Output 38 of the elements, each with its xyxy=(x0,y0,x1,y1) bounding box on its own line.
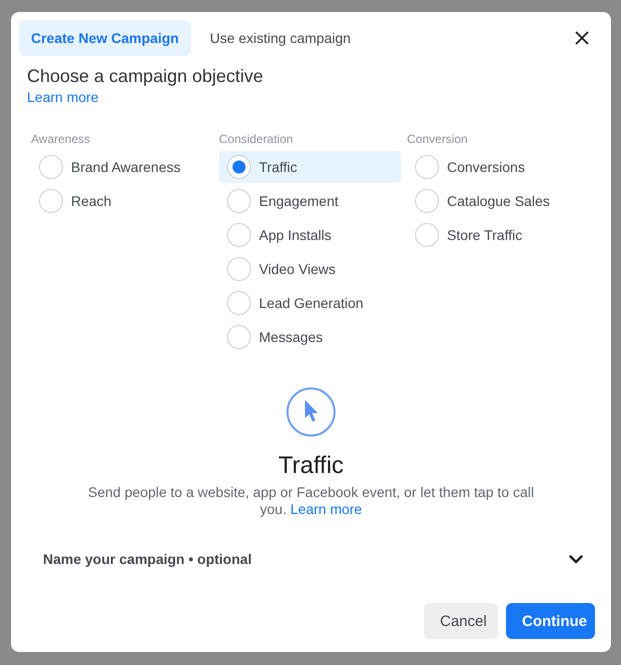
radio-button[interactable] xyxy=(227,155,251,179)
objective-description: Send people to a website, app or Facebook event, or let them tap to call you. Learn more xyxy=(87,484,535,518)
category-label: Consideration xyxy=(219,132,294,146)
radio-button[interactable] xyxy=(39,189,63,213)
radio-button[interactable] xyxy=(39,155,63,179)
radio-button[interactable] xyxy=(227,257,251,281)
radio-button[interactable] xyxy=(227,291,251,315)
radio-button[interactable] xyxy=(227,189,251,213)
objective-option[interactable]: Store Traffic xyxy=(407,219,589,251)
radio-button[interactable] xyxy=(227,325,251,349)
objective-title: Traffic xyxy=(278,451,344,481)
section-title: Name your campaign • optional xyxy=(43,551,252,567)
close-icon[interactable] xyxy=(575,31,589,45)
category-label: Conversion xyxy=(407,132,468,146)
category-label: Awareness xyxy=(31,132,90,146)
radio-button[interactable] xyxy=(415,189,439,213)
objective-option[interactable]: Traffic xyxy=(219,151,401,183)
tab[interactable]: Create New Campaign xyxy=(19,20,191,56)
objective-option[interactable]: Engagement xyxy=(219,185,401,217)
cursor-icon xyxy=(286,387,336,437)
objective-option[interactable]: App Installs xyxy=(219,219,401,251)
objective-option[interactable]: Catalogue Sales xyxy=(407,185,589,217)
chevron-icon[interactable] xyxy=(569,554,583,564)
objective-option[interactable]: Brand Awareness xyxy=(31,151,213,183)
learn-more-link[interactable]: Learn more xyxy=(27,88,99,106)
cancel-button[interactable]: Cancel xyxy=(424,603,498,639)
learn-more-link[interactable]: Learn more xyxy=(290,501,362,517)
radio-button[interactable] xyxy=(227,223,251,247)
objective-option[interactable]: Reach xyxy=(31,185,213,217)
objective-option[interactable]: Lead Generation xyxy=(219,287,401,319)
dialog-heading: Choose a campaign objective xyxy=(27,66,264,86)
tab[interactable]: Use existing campaign xyxy=(198,20,363,56)
radio-button[interactable] xyxy=(415,223,439,247)
objective-option[interactable]: Video Views xyxy=(219,253,401,285)
continue-button[interactable]: Continue xyxy=(506,603,595,639)
radio-button[interactable] xyxy=(415,155,439,179)
objective-option[interactable]: Messages xyxy=(219,321,401,353)
objective-option[interactable]: Conversions xyxy=(407,151,589,183)
